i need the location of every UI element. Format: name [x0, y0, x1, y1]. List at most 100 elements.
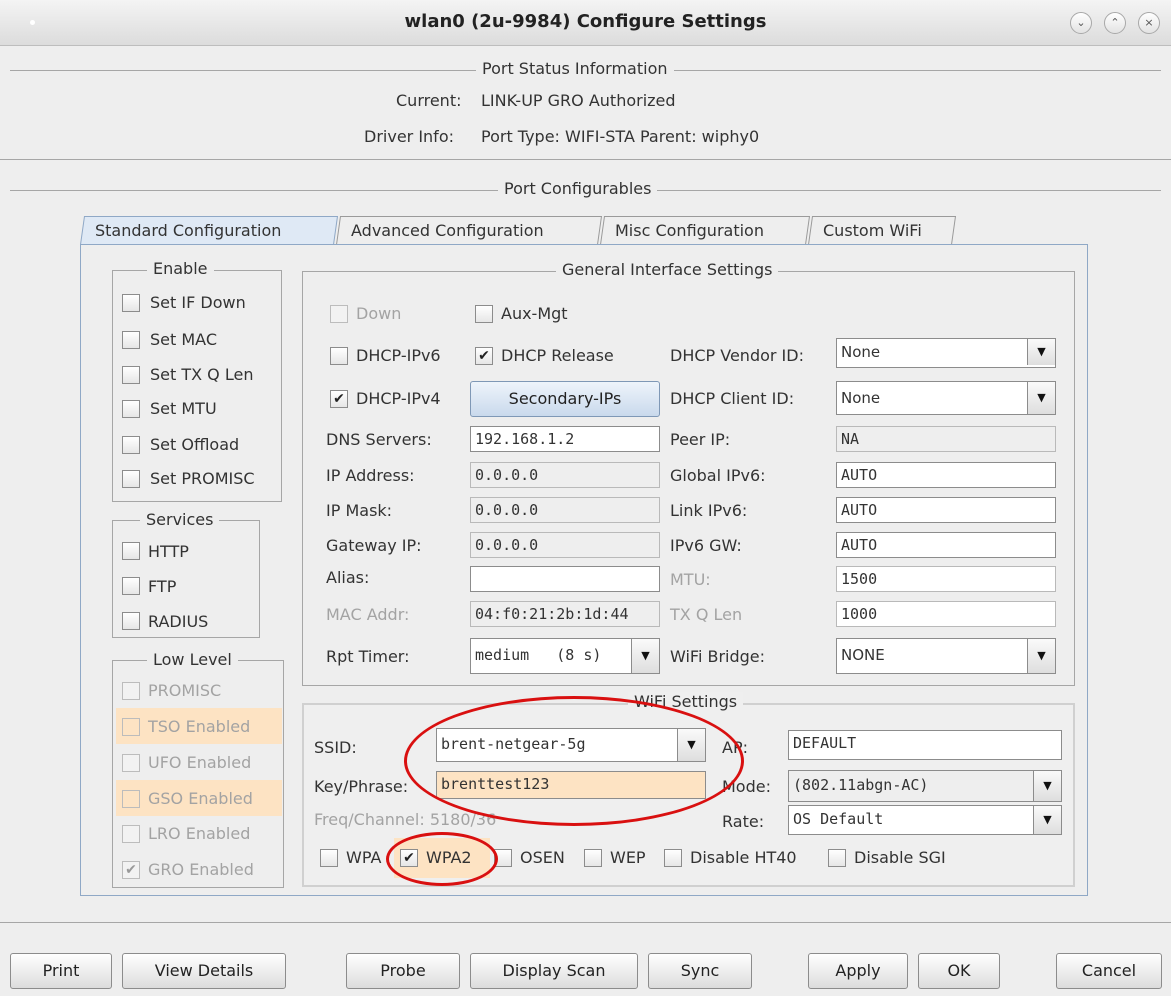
ip-mask-label: IP Mask: [326, 501, 393, 520]
wifi-bridge-select[interactable]: NONE ▼ [836, 638, 1056, 674]
tab-custom-wifi[interactable]: Custom WiFi [807, 216, 957, 245]
annotation-oval-ssid [404, 696, 744, 826]
close-icon[interactable]: × [1138, 12, 1160, 34]
wep-checkbox[interactable] [584, 849, 602, 867]
ap-input[interactable]: DEFAULT [788, 730, 1062, 760]
http-checkbox[interactable] [122, 542, 140, 560]
txq-len-label: TX Q Len [670, 605, 743, 624]
footer-divider [0, 922, 1171, 923]
lro-checkbox[interactable] [122, 825, 140, 843]
chevron-down-icon: ▼ [631, 639, 659, 673]
link-ipv6-input[interactable]: AUTO [836, 497, 1056, 523]
rate-value: OS Default [793, 810, 884, 828]
ftp-label: FTP [148, 577, 177, 596]
print-button[interactable]: Print [10, 953, 112, 989]
tab-advanced-configuration[interactable]: Advanced Configuration [335, 216, 603, 245]
wifi-bridge-value: NONE [841, 646, 885, 664]
dhcp-ipv6-checkbox[interactable] [330, 347, 348, 365]
rpt-timer-value: medium (8 s) [475, 646, 602, 664]
cancel-button[interactable]: Cancel [1056, 953, 1162, 989]
promisc-label: PROMISC [148, 681, 222, 700]
driver-info-label: Driver Info: [364, 127, 454, 146]
gro-checkbox[interactable]: ✔ [122, 861, 140, 879]
dhcp-release-checkbox[interactable]: ✔ [475, 347, 493, 365]
global-ipv6-label: Global IPv6: [670, 466, 766, 485]
radius-label: RADIUS [148, 612, 209, 631]
set-mtu-label: Set MTU [150, 399, 217, 418]
sync-button[interactable]: Sync [648, 953, 752, 989]
mac-addr-input[interactable]: 04:f0:21:2b:1d:44 [470, 601, 660, 627]
low-level-title: Low Level [147, 650, 238, 669]
chevron-down-icon: ▼ [1033, 806, 1061, 834]
title-bar: wlan0 (2u-9984) Configure Settings ⌄ ⌃ × [0, 0, 1171, 46]
dns-servers-input[interactable]: 192.168.1.2 [470, 426, 660, 452]
disable-ht40-checkbox[interactable] [664, 849, 682, 867]
set-txq-len-checkbox[interactable] [122, 366, 140, 384]
mode-select[interactable]: (802.11abgn-AC) ▼ [788, 770, 1062, 802]
down-checkbox[interactable] [330, 305, 348, 323]
set-mtu-checkbox[interactable] [122, 400, 140, 418]
apply-button[interactable]: Apply [808, 953, 908, 989]
rate-label: Rate: [722, 812, 765, 831]
set-promisc-checkbox[interactable] [122, 470, 140, 488]
mode-value: (802.11abgn-AC) [793, 776, 929, 794]
peer-ip-input[interactable]: NA [836, 426, 1056, 452]
wpa-checkbox[interactable] [320, 849, 338, 867]
ipv6-gw-input[interactable]: AUTO [836, 532, 1056, 558]
ftp-checkbox[interactable] [122, 577, 140, 595]
tab-standard-configuration[interactable]: Standard Configuration [79, 216, 339, 245]
general-settings-title: General Interface Settings [556, 260, 779, 279]
display-scan-button[interactable]: Display Scan [470, 953, 638, 989]
set-offload-checkbox[interactable] [122, 436, 140, 454]
ipv6-gw-label: IPv6 GW: [670, 536, 742, 555]
aux-mgt-checkbox[interactable] [475, 305, 493, 323]
minimize-icon[interactable]: ⌄ [1070, 12, 1092, 34]
dhcp-vendor-select[interactable]: None ▼ [836, 338, 1056, 368]
dhcp-vendor-value: None [841, 343, 881, 361]
rpt-timer-select[interactable]: medium (8 s) ▼ [470, 638, 660, 674]
gateway-ip-label: Gateway IP: [326, 536, 422, 555]
ufo-label: UFO Enabled [148, 753, 252, 772]
ip-mask-input[interactable]: 0.0.0.0 [470, 497, 660, 523]
ufo-checkbox[interactable] [122, 754, 140, 772]
gso-checkbox[interactable] [122, 790, 140, 808]
dhcp-client-select[interactable]: None ▼ [836, 381, 1056, 415]
txq-len-input[interactable]: 1000 [836, 601, 1056, 627]
set-promisc-label: Set PROMISC [150, 469, 255, 488]
maximize-icon[interactable]: ⌃ [1104, 12, 1126, 34]
alias-label: Alias: [326, 568, 370, 587]
dhcp-client-value: None [841, 389, 881, 407]
disable-sgi-checkbox[interactable] [828, 849, 846, 867]
ip-address-input[interactable]: 0.0.0.0 [470, 462, 660, 488]
port-configurables-title: Port Configurables [498, 179, 658, 198]
promisc-checkbox[interactable] [122, 682, 140, 700]
dhcp-ipv6-label: DHCP-IPv6 [356, 346, 441, 365]
current-label: Current: [396, 91, 462, 110]
dhcp-release-label: DHCP Release [501, 346, 614, 365]
disable-ht40-label: Disable HT40 [690, 848, 797, 867]
ssid-label: SSID: [314, 738, 357, 757]
section-divider [0, 159, 1171, 160]
wpa-label: WPA [346, 848, 382, 867]
mtu-input[interactable]: 1500 [836, 566, 1056, 592]
tso-checkbox[interactable] [122, 718, 140, 736]
key-phrase-label: Key/Phrase: [314, 777, 409, 796]
ok-button[interactable]: OK [918, 953, 1000, 989]
gateway-ip-input[interactable]: 0.0.0.0 [470, 532, 660, 558]
ip-address-label: IP Address: [326, 466, 415, 485]
radius-checkbox[interactable] [122, 612, 140, 630]
secondary-ips-button[interactable]: Secondary-IPs [470, 381, 660, 417]
dhcp-ipv4-checkbox[interactable]: ✔ [330, 390, 348, 408]
mac-addr-label: MAC Addr: [326, 605, 410, 624]
tab-misc-configuration[interactable]: Misc Configuration [599, 216, 811, 245]
dhcp-vendor-label: DHCP Vendor ID: [670, 346, 804, 365]
global-ipv6-input[interactable]: AUTO [836, 462, 1056, 488]
alias-input[interactable] [470, 566, 660, 592]
set-mac-checkbox[interactable] [122, 331, 140, 349]
set-if-down-checkbox[interactable] [122, 294, 140, 312]
peer-ip-label: Peer IP: [670, 430, 731, 449]
probe-button[interactable]: Probe [346, 953, 460, 989]
view-details-button[interactable]: View Details [122, 953, 286, 989]
rate-select[interactable]: OS Default ▼ [788, 805, 1062, 835]
chevron-down-icon: ▼ [1033, 771, 1061, 801]
